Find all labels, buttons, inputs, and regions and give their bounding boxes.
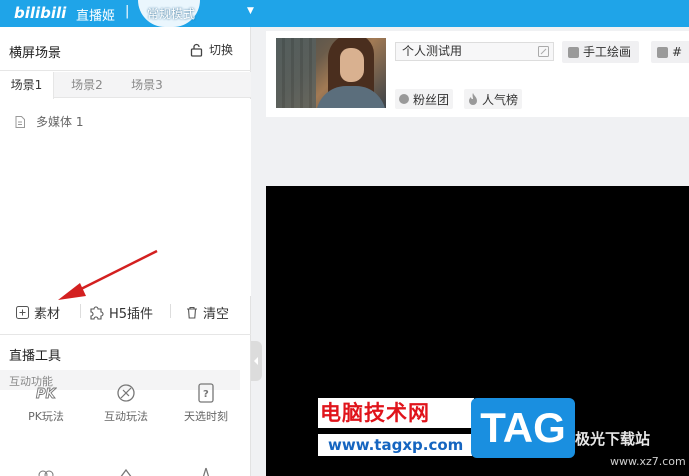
watermark-tag-logo: TAG (471, 398, 575, 458)
watermark-site-name: 电脑技术网 (318, 398, 474, 428)
watermark-site2-name: 极光下载站 (575, 430, 651, 448)
watermark-site-url: www.tagxp.com (318, 434, 472, 456)
watermark-site2-url: www.xz7.com (610, 455, 686, 468)
